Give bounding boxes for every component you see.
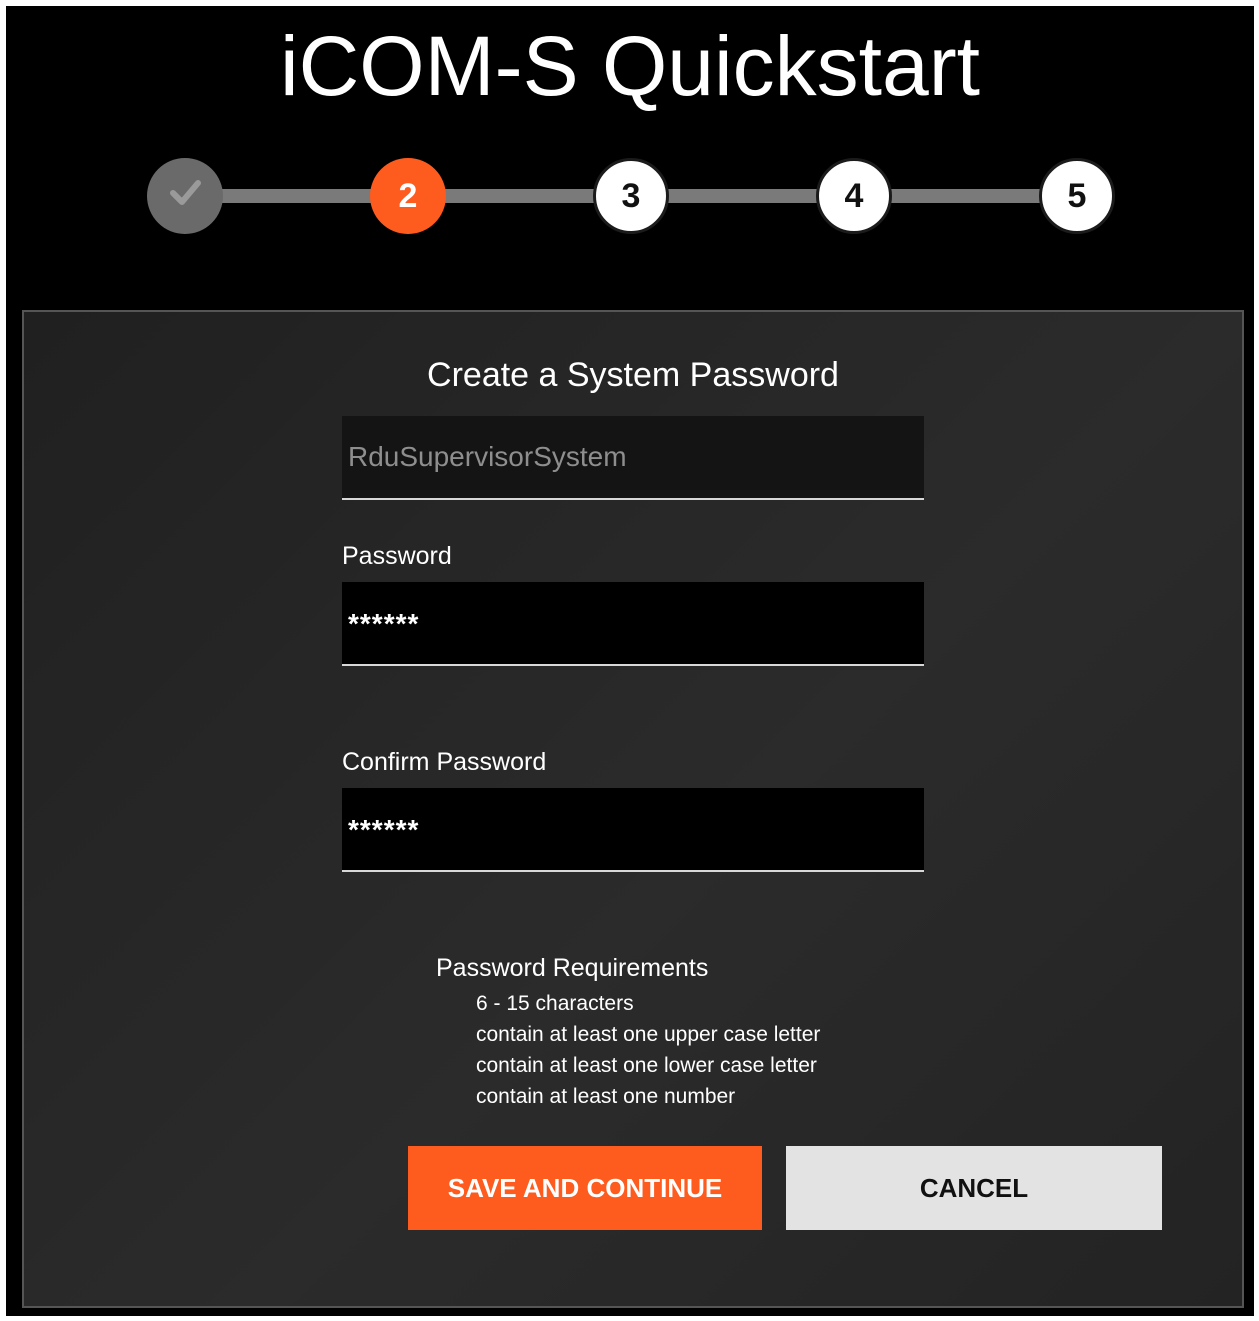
password-input[interactable]: ****** [342, 582, 924, 666]
step-3[interactable]: 3 [593, 158, 669, 234]
username-field[interactable]: RduSupervisorSystem [342, 416, 924, 500]
quickstart-screen: iCOM-S Quickstart 2 3 4 5 Create a Syste… [6, 6, 1254, 1316]
confirm-password-label: Confirm Password [342, 748, 547, 776]
step-2-current[interactable]: 2 [370, 158, 446, 234]
step-1-completed[interactable] [147, 158, 223, 234]
app-title: iCOM-S Quickstart [279, 19, 981, 113]
requirement-item: contain at least one number [476, 1085, 736, 1108]
password-panel: Create a System Password RduSupervisorSy… [22, 310, 1244, 1308]
progress-stepper: 2 3 4 5 [6, 156, 1254, 236]
step-4[interactable]: 4 [816, 158, 892, 234]
check-icon [165, 172, 205, 221]
requirement-item: contain at least one upper case letter [476, 1023, 821, 1046]
save-and-continue-button[interactable]: SAVE AND CONTINUE [408, 1146, 762, 1230]
panel-heading: Create a System Password [427, 356, 839, 394]
cancel-button[interactable]: CANCEL [786, 1146, 1162, 1230]
requirements-title: Password Requirements [436, 954, 709, 982]
confirm-password-input[interactable]: ****** [342, 788, 924, 872]
requirement-item: 6 - 15 characters [476, 992, 634, 1015]
requirements-list: 6 - 15 characters contain at least one u… [476, 988, 820, 1112]
requirement-item: contain at least one lower case letter [476, 1054, 817, 1077]
password-label: Password [342, 542, 452, 570]
step-5[interactable]: 5 [1039, 158, 1115, 234]
